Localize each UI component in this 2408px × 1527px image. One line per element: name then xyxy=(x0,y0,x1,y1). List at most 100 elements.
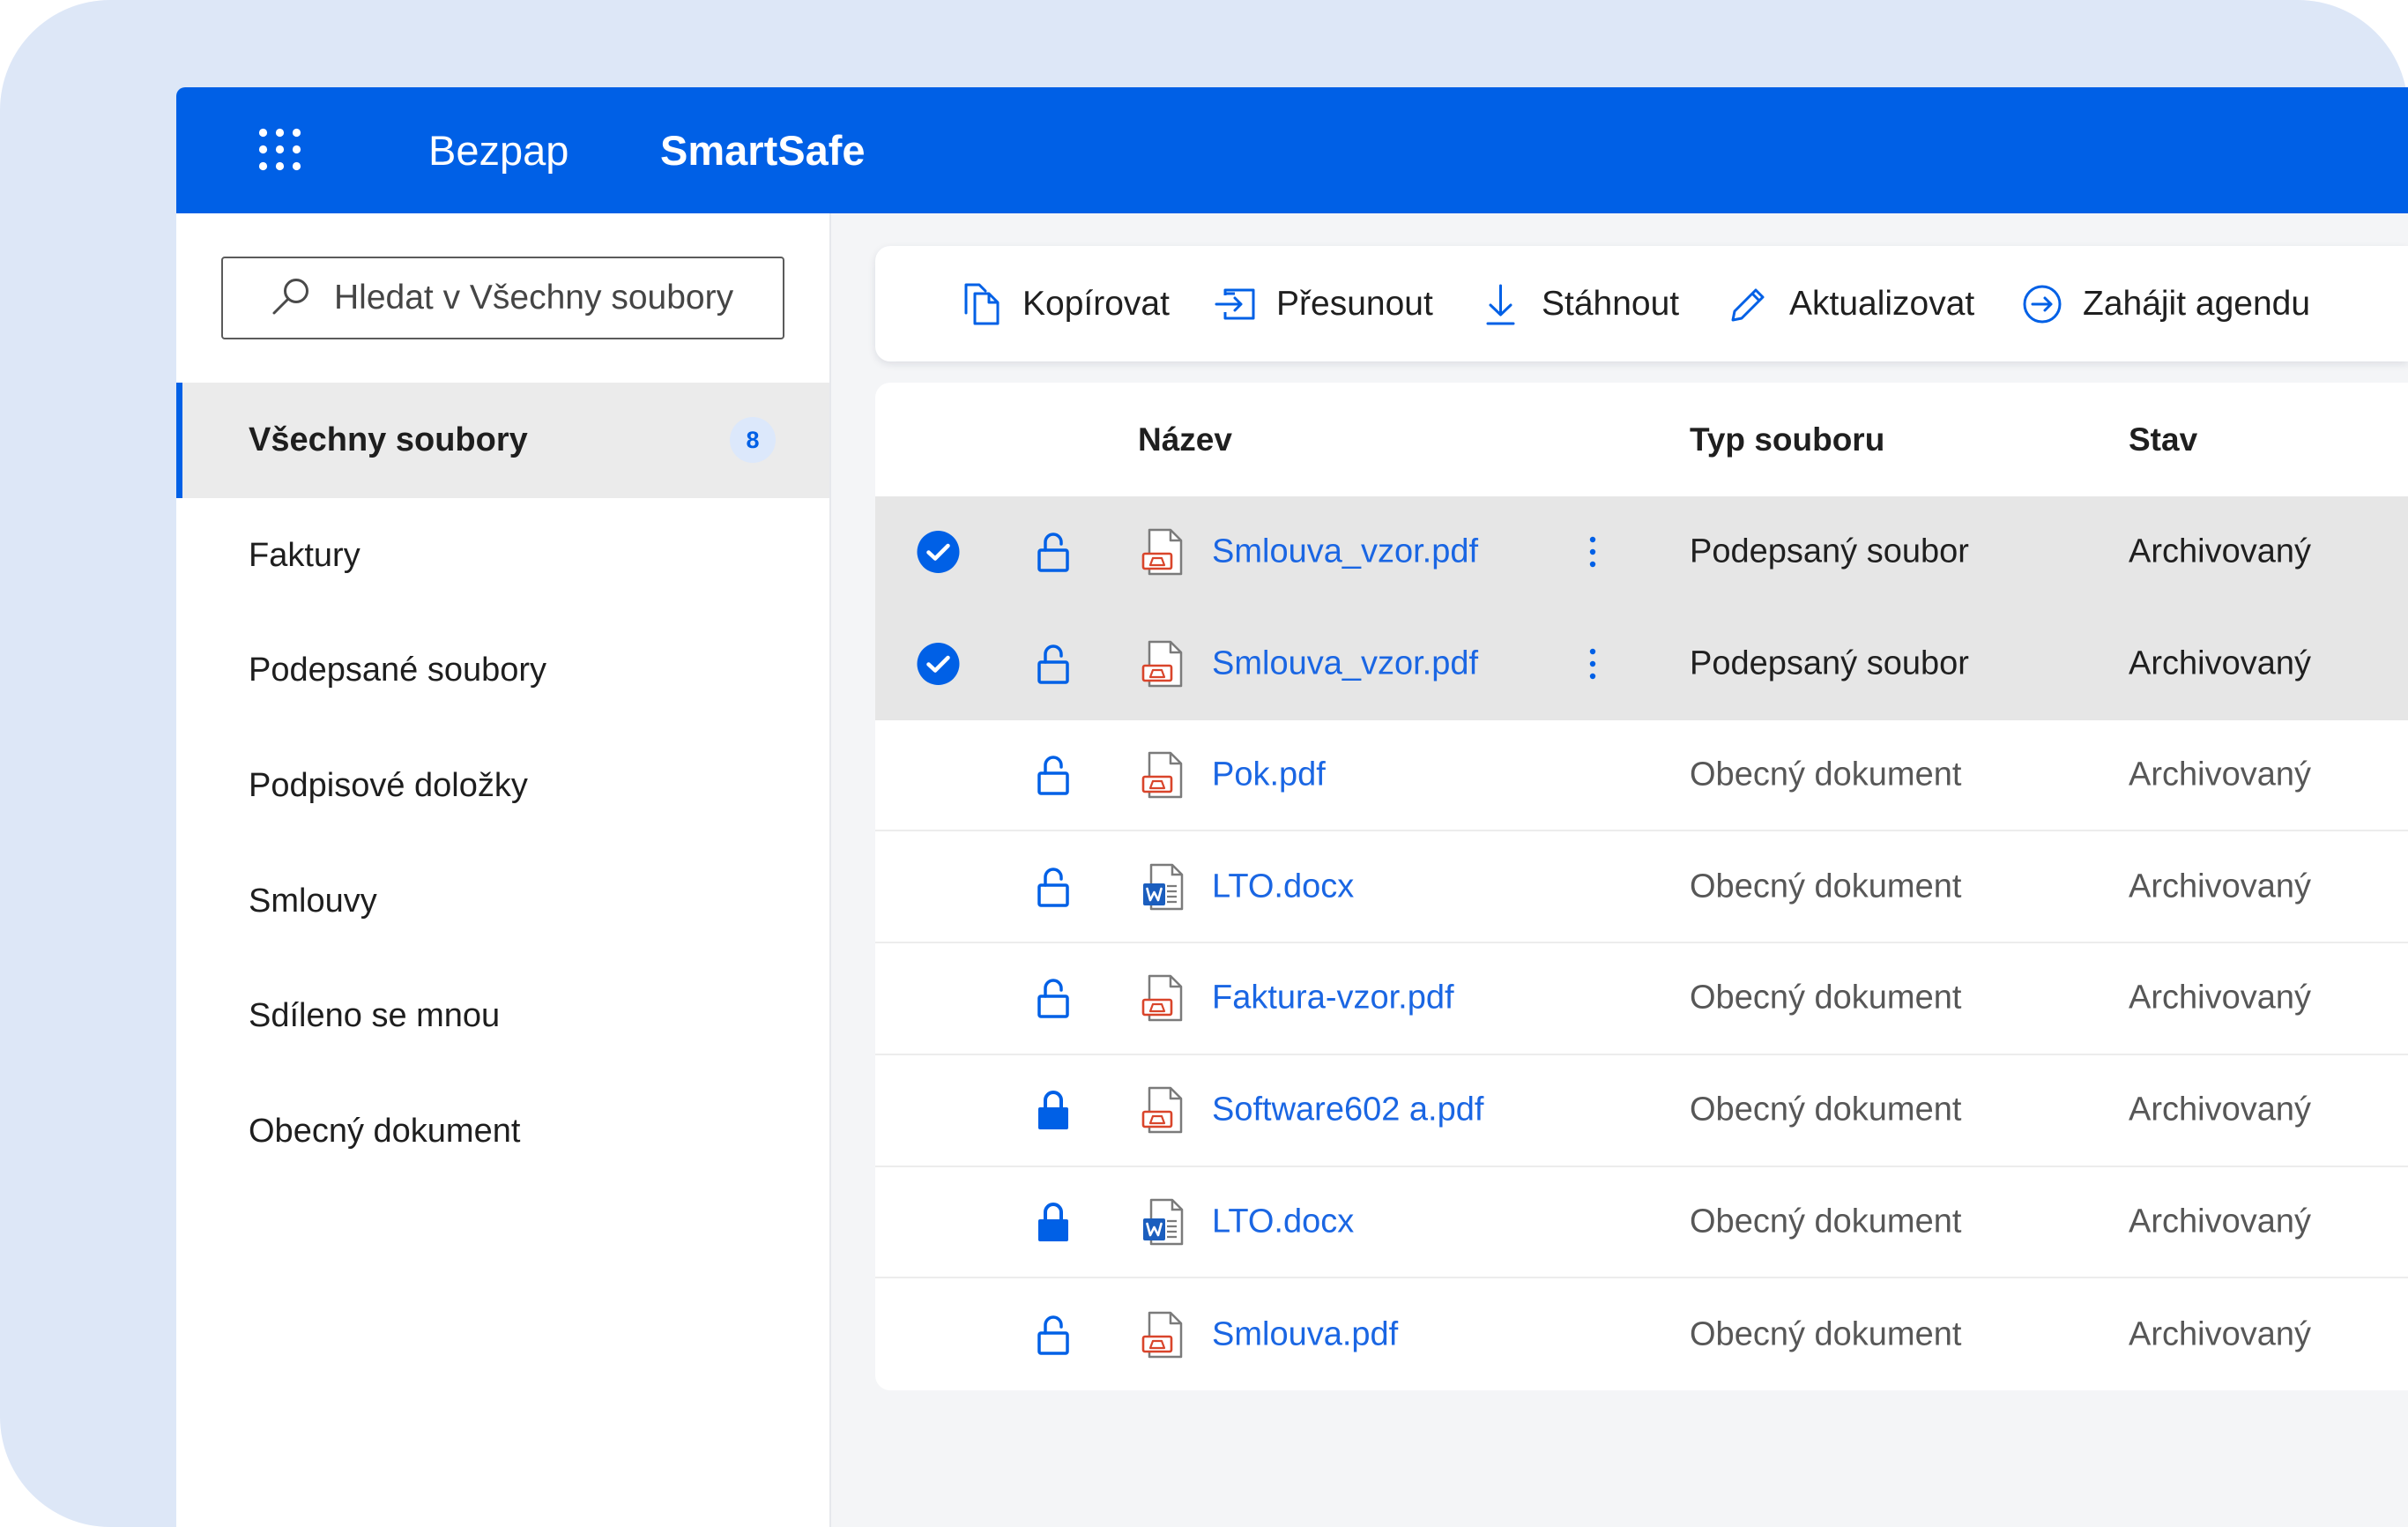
checked-circle-icon[interactable] xyxy=(917,643,960,686)
file-type: Podepsaný soubor xyxy=(1690,644,1969,682)
move-label: Přesunout xyxy=(1276,284,1433,323)
update-button[interactable]: Aktualizovat xyxy=(1727,246,1974,361)
checked-circle-icon[interactable] xyxy=(917,531,960,574)
file-name-link[interactable]: LTO.docx xyxy=(1212,868,1354,905)
word-file-icon xyxy=(1141,1197,1185,1247)
file-name-link[interactable]: Pok.pdf xyxy=(1212,756,1326,793)
file-name-link[interactable]: Faktura-vzor.pdf xyxy=(1212,980,1454,1017)
move-icon xyxy=(1214,281,1257,327)
column-header-type[interactable]: Typ souboru xyxy=(1690,383,1884,496)
file-type: Obecný dokument xyxy=(1690,756,1962,793)
sidebar-item-signed-files[interactable]: Podepsané soubory xyxy=(176,613,829,728)
search-box[interactable] xyxy=(221,257,784,339)
row-checkbox[interactable] xyxy=(917,977,960,1020)
move-button[interactable]: Přesunout xyxy=(1214,246,1433,361)
table-header: Název Typ souboru Stav xyxy=(875,383,2408,496)
pdf-file-icon xyxy=(1141,973,1185,1023)
row-checkbox[interactable] xyxy=(917,1089,960,1132)
sidebar: Všechny soubory 8 Faktury Podepsané soub… xyxy=(176,213,831,1527)
action-toolbar: Kopírovat Přesunout Stáhnout Aktualizova… xyxy=(875,246,2408,361)
file-name-link[interactable]: Smlouva_vzor.pdf xyxy=(1212,645,1478,683)
sidebar-item-shared-with-me[interactable]: Sdíleno se mnou xyxy=(176,958,829,1074)
table-row[interactable]: Smlouva.pdf Obecný dokument Archivovaný xyxy=(875,1278,2408,1390)
sidebar-item-label: Sdíleno se mnou xyxy=(249,997,501,1035)
table-body: Smlouva_vzor.pdf Podepsaný soubor Archivov… xyxy=(875,496,2408,1390)
sidebar-item-label: Smlouvy xyxy=(249,882,377,920)
row-checkbox[interactable] xyxy=(917,753,960,796)
unlocked-lock-icon[interactable] xyxy=(1036,531,1071,573)
sidebar-item-general-document[interactable]: Obecný dokument xyxy=(176,1074,829,1189)
file-status: Archivovaný xyxy=(2129,533,2311,570)
unlocked-lock-icon[interactable] xyxy=(1036,754,1071,796)
word-file-icon xyxy=(1141,862,1185,912)
table-row[interactable]: Software602 a.pdf Obecný dokument Archivov… xyxy=(875,1055,2408,1167)
sidebar-item-label: Faktury xyxy=(249,536,360,574)
search-input[interactable] xyxy=(334,258,775,337)
table-row[interactable]: Pok.pdf Obecný dokument Archivovaný xyxy=(875,720,2408,832)
files-table: Název Typ souboru Stav Smlouva_vzor.pdf P… xyxy=(875,383,2408,1390)
kebab-menu-icon[interactable] xyxy=(1587,533,1598,571)
file-status: Archivovaný xyxy=(2129,756,2311,793)
file-type: Obecný dokument xyxy=(1690,1203,1962,1240)
file-type: Obecný dokument xyxy=(1690,979,1962,1017)
sidebar-item-all-files[interactable]: Všechny soubory 8 xyxy=(176,383,829,498)
search-icon xyxy=(270,274,313,317)
locked-lock-icon[interactable] xyxy=(1036,1089,1071,1131)
sidebar-item-label: Všechny soubory xyxy=(249,421,528,458)
pencil-icon xyxy=(1727,281,1770,327)
file-status: Archivovaný xyxy=(2129,1203,2311,1240)
row-checkbox[interactable] xyxy=(917,865,960,908)
file-type: Obecný dokument xyxy=(1690,1091,1962,1128)
locked-lock-icon[interactable] xyxy=(1036,1201,1071,1243)
pdf-file-icon xyxy=(1141,750,1185,800)
row-checkbox[interactable] xyxy=(917,1200,960,1243)
sidebar-item-signature-clauses[interactable]: Podpisové doložky xyxy=(176,728,829,844)
download-label: Stáhnout xyxy=(1542,284,1680,323)
copy-button[interactable]: Kopírovat xyxy=(960,246,1170,361)
unlocked-lock-icon[interactable] xyxy=(1036,643,1071,685)
file-status: Archivovaný xyxy=(2129,1315,2311,1353)
copy-label: Kopírovat xyxy=(1022,284,1170,323)
file-name-link[interactable]: Smlouva_vzor.pdf xyxy=(1212,533,1478,571)
download-icon xyxy=(1479,281,1522,327)
unlocked-lock-icon[interactable] xyxy=(1036,866,1071,908)
column-header-status[interactable]: Stav xyxy=(2129,383,2197,496)
sidebar-item-label: Podepsané soubory xyxy=(249,652,547,689)
pdf-file-icon xyxy=(1141,1085,1185,1135)
column-header-name[interactable]: Název xyxy=(1138,383,1232,496)
file-status: Archivovaný xyxy=(2129,644,2311,682)
sidebar-item-contracts[interactable]: Smlouvy xyxy=(176,844,829,959)
pdf-file-icon xyxy=(1141,639,1185,689)
pdf-file-icon xyxy=(1141,527,1185,577)
update-label: Aktualizovat xyxy=(1789,284,1975,323)
file-type: Obecný dokument xyxy=(1690,1315,1962,1353)
table-row[interactable]: LTO.docx Obecný dokument Archivovaný xyxy=(875,831,2408,943)
count-badge: 8 xyxy=(730,417,776,464)
file-name-link[interactable]: Smlouva.pdf xyxy=(1212,1315,1398,1353)
file-name-link[interactable]: Software602 a.pdf xyxy=(1212,1091,1483,1129)
page: Bezpap SmartSafe Všechny soubory 8 xyxy=(0,0,2408,1527)
sidebar-item-label: Obecný dokument xyxy=(249,1112,521,1150)
kebab-menu-icon[interactable] xyxy=(1587,644,1598,683)
apps-grid-icon[interactable] xyxy=(255,124,305,175)
file-type: Podepsaný soubor xyxy=(1690,533,1969,570)
copy-icon xyxy=(960,281,1003,327)
pdf-file-icon xyxy=(1141,1310,1185,1359)
table-row[interactable]: Faktura-vzor.pdf Obecný dokument Archivova… xyxy=(875,943,2408,1055)
start-agenda-button[interactable]: Zahájit agendu xyxy=(2020,246,2310,361)
download-button[interactable]: Stáhnout xyxy=(1479,246,1679,361)
file-status: Archivovaný xyxy=(2129,979,2311,1017)
product-name: SmartSafe xyxy=(660,127,866,174)
table-row[interactable]: LTO.docx Obecný dokument Archivovaný xyxy=(875,1167,2408,1279)
table-row[interactable]: Smlouva_vzor.pdf Podepsaný soubor Archivov… xyxy=(875,607,2408,720)
row-checkbox[interactable] xyxy=(917,1313,960,1356)
table-row[interactable]: Smlouva_vzor.pdf Podepsaný soubor Archivov… xyxy=(875,496,2408,608)
unlocked-lock-icon[interactable] xyxy=(1036,977,1071,1019)
file-name-link[interactable]: LTO.docx xyxy=(1212,1203,1354,1240)
file-status: Archivovaný xyxy=(2129,1091,2311,1128)
sidebar-item-invoices[interactable]: Faktury xyxy=(176,498,829,614)
unlocked-lock-icon[interactable] xyxy=(1036,1314,1071,1356)
brand-name: Bezpap xyxy=(428,127,569,174)
top-bar: Bezpap SmartSafe xyxy=(176,87,2408,213)
file-type: Obecný dokument xyxy=(1690,868,1962,905)
